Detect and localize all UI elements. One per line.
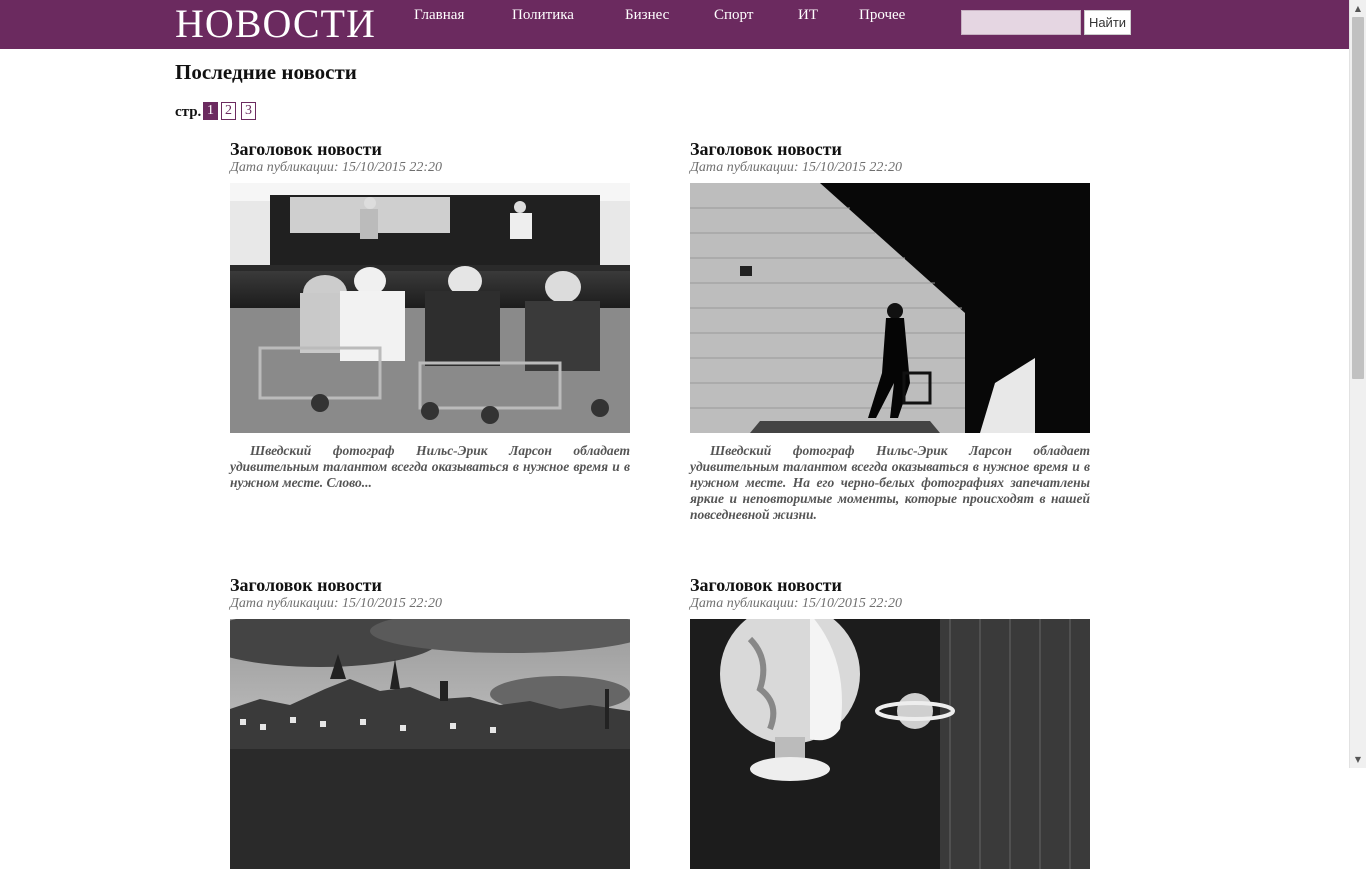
vertical-scrollbar[interactable]: ▲ ▼ <box>1349 0 1366 768</box>
page-link-2[interactable]: 2 <box>221 102 236 120</box>
top-bar: НОВОСТИ Главная Политика Бизнес Спорт ИТ… <box>0 0 1349 49</box>
article-title[interactable]: Заголовок новости <box>690 139 1090 159</box>
search-button[interactable]: Найти <box>1084 10 1131 35</box>
article-excerpt: Шведский фотограф Нильс-Эрик Ларсон обла… <box>690 443 1090 522</box>
article-title[interactable]: Заголовок новости <box>690 575 1090 595</box>
article-title[interactable]: Заголовок новости <box>230 575 630 595</box>
site-logo[interactable]: НОВОСТИ <box>175 2 376 46</box>
article-card: Заголовок новости Дата публикации: 15/10… <box>230 575 630 869</box>
nav-item-politics[interactable]: Политика <box>512 6 574 24</box>
scrollbar-thumb[interactable] <box>1352 17 1364 379</box>
globe-head-photo[interactable] <box>690 619 1090 869</box>
article-date: Дата публикации: 15/10/2015 22:20 <box>690 160 903 175</box>
article-date: Дата публикации: 15/10/2015 22:20 <box>230 160 443 175</box>
band-concert-photo[interactable] <box>230 183 630 433</box>
man-walker-shadow-photo[interactable] <box>690 183 1090 433</box>
city-skyline-photo[interactable] <box>230 619 630 869</box>
nav-item-sport[interactable]: Спорт <box>714 6 753 24</box>
nav-item-home[interactable]: Главная <box>414 6 464 24</box>
page-link-1[interactable]: 1 <box>203 102 218 120</box>
article-card: Заголовок новости Дата публикации: 15/10… <box>230 139 630 490</box>
scroll-up-arrow-icon[interactable]: ▲ <box>1350 0 1366 17</box>
article-card: Заголовок новости Дата публикации: 15/10… <box>690 575 1090 869</box>
pager-label: стр. <box>175 104 202 120</box>
article-date: Дата публикации: 15/10/2015 22:20 <box>230 596 443 611</box>
scroll-down-arrow-icon[interactable]: ▼ <box>1350 751 1366 768</box>
nav-item-business[interactable]: Бизнес <box>625 6 669 24</box>
nav-item-other[interactable]: Прочее <box>859 6 905 24</box>
nav-item-it[interactable]: ИТ <box>798 6 818 24</box>
article-card: Заголовок новости Дата публикации: 15/10… <box>690 139 1090 522</box>
page-link-3[interactable]: 3 <box>241 102 256 120</box>
page-title: Последние новости <box>175 60 357 84</box>
article-excerpt: Шведский фотограф Нильс-Эрик Ларсон обла… <box>230 443 630 490</box>
article-title[interactable]: Заголовок новости <box>230 139 630 159</box>
article-date: Дата публикации: 15/10/2015 22:20 <box>690 596 903 611</box>
search-input[interactable] <box>961 10 1081 35</box>
